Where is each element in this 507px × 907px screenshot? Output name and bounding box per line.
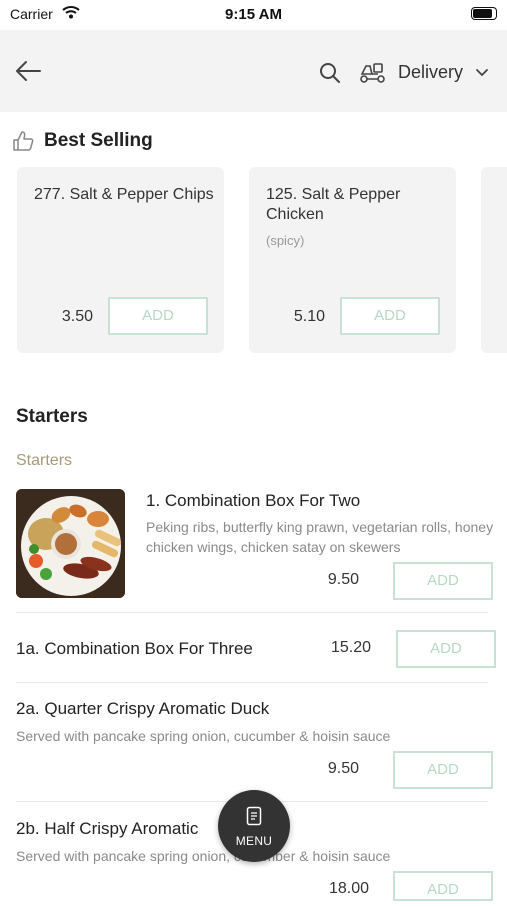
menu-book-icon xyxy=(246,806,262,826)
product-price: 5.10 xyxy=(293,308,325,325)
starters-category-label: Starters xyxy=(16,452,73,469)
back-arrow-icon[interactable] xyxy=(14,60,42,82)
status-bar: Carrier 9:15 AM xyxy=(0,0,507,30)
product-name: 125. Salt & Pepper Chicken xyxy=(266,186,401,223)
best-selling-card[interactable]: 277. Salt & Pepper Chips 3.50 ADD xyxy=(17,167,224,353)
combination-box-photo xyxy=(16,489,125,598)
item-price: 9.50 xyxy=(327,571,359,588)
item-divider xyxy=(16,612,488,613)
item-price: 9.50 xyxy=(327,760,359,777)
add-button[interactable]: ADD xyxy=(393,751,493,789)
add-button[interactable]: ADD xyxy=(340,297,440,335)
top-header: Delivery xyxy=(0,30,507,112)
thumbs-up-icon xyxy=(13,131,34,151)
status-time: 9:15 AM xyxy=(225,6,282,23)
best-selling-header: Best Selling xyxy=(12,130,153,152)
add-button[interactable]: ADD xyxy=(108,297,208,335)
starters-section-title: Starters xyxy=(16,406,88,427)
item-name[interactable]: 2a. Quarter Crispy Aromatic Duck xyxy=(16,699,269,719)
delivery-scooter-icon xyxy=(360,63,385,83)
menu-fab-label: MENU xyxy=(235,834,273,848)
best-selling-title: Best Selling xyxy=(44,130,153,151)
item-description: Peking ribs, butterfly king prawn, veget… xyxy=(146,519,494,555)
menu-fab-button[interactable]: MENU xyxy=(218,790,290,862)
item-name[interactable]: 1a. Combination Box For Three xyxy=(16,639,253,659)
item-price: 18.00 xyxy=(328,880,369,897)
item-name[interactable]: 1. Combination Box For Two xyxy=(146,491,360,511)
product-name: 277. Salt & Pepper Chips xyxy=(34,186,214,203)
chevron-down-icon[interactable] xyxy=(476,69,488,77)
best-selling-card[interactable]: 125. Salt & Pepper Chicken (spicy) 5.10 … xyxy=(249,167,456,353)
best-selling-card-peek[interactable] xyxy=(481,167,507,353)
item-divider xyxy=(16,682,488,683)
add-button[interactable]: ADD xyxy=(393,562,493,600)
add-button[interactable]: ADD xyxy=(396,630,496,668)
search-icon[interactable] xyxy=(319,62,341,84)
battery-icon xyxy=(471,7,497,20)
best-selling-carousel[interactable]: 277. Salt & Pepper Chips 3.50 ADD 125. S… xyxy=(0,167,507,353)
product-price: 3.50 xyxy=(61,308,93,325)
product-subtitle: (spicy) xyxy=(266,233,305,248)
item-description: Served with pancake spring onion, cucumb… xyxy=(16,728,391,744)
item-price: 15.20 xyxy=(330,639,371,656)
add-button[interactable]: ADD xyxy=(393,871,493,901)
delivery-mode-select[interactable]: Delivery xyxy=(398,62,463,83)
item-name[interactable]: 2b. Half Crispy Aromatic xyxy=(16,819,198,839)
